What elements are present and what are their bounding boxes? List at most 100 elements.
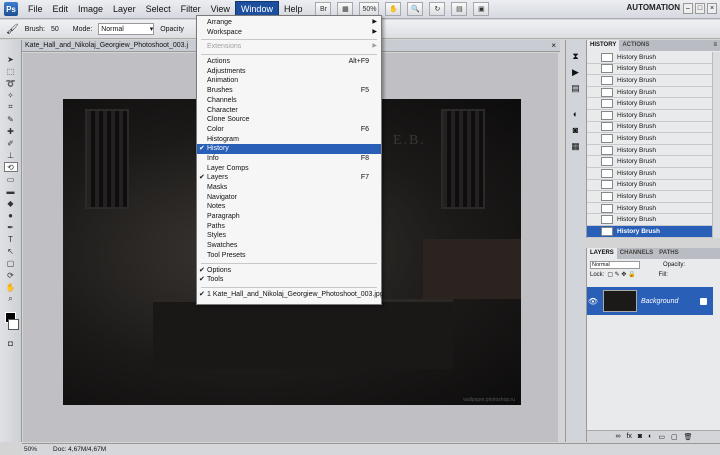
menu-edit[interactable]: Edit [48,2,74,16]
menu-select[interactable]: Select [141,2,176,16]
dodge-tool-icon[interactable]: ● [4,210,18,220]
arrange-documents-icon[interactable]: ▤ [451,2,468,16]
menu-help[interactable]: Help [279,2,308,16]
link-layers-icon[interactable]: ∞ [615,433,620,440]
eyedropper-icon[interactable]: ✎ [4,114,18,124]
history-state[interactable]: History Brush [587,75,713,87]
window-menu-item-options[interactable]: ✔ Options [197,266,381,276]
history-source-box[interactable] [589,65,597,73]
hand-icon[interactable]: ✋ [4,282,18,292]
window-menu-item-swatches[interactable]: Swatches [197,241,381,251]
zoom-tool-icon[interactable]: 🔍 [407,2,424,16]
panel-styles-icon[interactable]: ▦ [569,140,582,152]
close-icon[interactable]: × [707,3,717,14]
trash-icon[interactable]: 🗑 [684,433,693,441]
window-menu-item-clone-source[interactable]: Clone Source [197,115,381,125]
history-source-box[interactable] [589,146,597,154]
history-state[interactable]: History Brush [587,110,713,122]
tab-layers[interactable]: LAYERS [587,248,617,259]
zoom-level[interactable]: 50% [359,2,380,16]
type-tool-icon[interactable]: T [4,234,18,244]
tab-channels[interactable]: CHANNELS [617,248,656,259]
window-menu-item-histogram[interactable]: Histogram [197,135,381,145]
shape-tool-icon[interactable]: ▢ [4,258,18,268]
menu-image[interactable]: Image [73,2,108,16]
workspace-switcher[interactable]: AUTOMATION [627,3,680,12]
history-state[interactable]: History Brush [587,133,713,145]
horizontal-scrollbar[interactable] [562,443,720,455]
panel-history-icon[interactable]: ⧗ [569,50,582,62]
history-state[interactable]: History Brush [587,145,713,157]
adjustment-layer-icon[interactable]: ◐ [648,433,652,440]
window-menu-item-1-kate-hall-and-nikolaj-georgiew-photoshoot-003-jpg[interactable]: ✔ 1 Kate_Hall_and_Nikolaj_Georgiew_Photos… [197,290,384,300]
history-state[interactable]: History Brush [587,98,713,110]
history-state[interactable]: History Brush [587,156,713,168]
history-state[interactable]: History Brush [587,214,713,226]
rotate-view-icon[interactable]: ↻ [429,2,446,16]
screen-mode-icon[interactable]: ▣ [473,2,490,16]
panel-actions-icon[interactable]: ▶ [569,66,582,78]
blend-mode-select[interactable]: Normal [590,261,640,269]
window-menu-item-styles[interactable]: Styles [197,231,381,241]
menu-view[interactable]: View [206,2,235,16]
window-menu-item-navigator[interactable]: Navigator [197,193,381,203]
tab-actions[interactable]: ACTIONS [619,40,652,51]
crop-tool-icon[interactable]: ⌗ [4,102,18,112]
hand-tool-icon[interactable]: ✋ [385,2,402,16]
history-state[interactable]: History Brush [587,122,713,134]
history-source-box[interactable] [589,169,597,177]
window-menu-item-paths[interactable]: Paths [197,222,381,232]
window-menu-item-paragraph[interactable]: Paragraph [197,212,381,222]
history-source-box[interactable] [589,158,597,166]
history-source-box[interactable] [589,204,597,212]
close-icon[interactable]: × [551,41,556,50]
window-menu-item-arrange[interactable]: Arrange ▶ [197,18,381,28]
window-menu-item-history[interactable]: ✔ History [197,144,381,154]
magic-wand-icon[interactable]: ✧ [4,90,18,100]
history-source-box[interactable] [589,76,597,84]
history-state[interactable]: History Brush [587,168,713,180]
history-scrollbar[interactable] [712,52,720,238]
maximize-icon[interactable]: □ [695,3,705,14]
window-menu-item-character[interactable]: Character [197,106,381,116]
window-menu-item-layers[interactable]: ✔ Layers F7 [197,173,381,183]
history-source-box[interactable] [589,192,597,200]
window-menu-item-notes[interactable]: Notes [197,202,381,212]
panel-notes-icon[interactable]: ▤ [569,82,582,94]
menu-filter[interactable]: Filter [176,2,206,16]
brush-tool-icon[interactable]: 🖌 [6,24,19,35]
path-selection-icon[interactable]: ↖ [4,246,18,256]
tab-paths[interactable]: PATHS [656,248,681,259]
add-mask-icon[interactable]: ◙ [638,433,642,440]
lock-icons[interactable]: ▢ ✎ ✥ 🔒 [607,271,635,278]
lasso-tool-icon[interactable]: ➰ [4,78,18,88]
move-tool-icon[interactable]: ➤ [4,54,18,64]
clone-stamp-icon[interactable]: ⊥ [4,150,18,160]
window-menu-item-actions[interactable]: Actions Alt+F9 [197,57,381,67]
view-extras-icon[interactable]: ▦ [337,2,354,16]
history-state[interactable]: History Brush [587,180,713,192]
healing-brush-icon[interactable]: ✚ [4,126,18,136]
history-source-box[interactable] [589,227,597,235]
mode-select[interactable]: Normal ▾ [98,23,155,35]
menu-layer[interactable]: Layer [108,2,141,16]
window-menu-item-adjustments[interactable]: Adjustments [197,67,381,77]
history-source-box[interactable] [589,100,597,108]
eraser-icon[interactable]: ▭ [4,174,18,184]
window-menu-item-tools[interactable]: ✔ Tools [197,275,381,285]
gradient-icon[interactable]: ▬ [4,186,18,196]
history-state[interactable]: History Brush [587,191,713,203]
bridge-icon[interactable]: Br [315,2,332,16]
window-menu-item-animation[interactable]: Animation [197,76,381,86]
brush-size[interactable]: 50 [51,26,59,33]
history-state[interactable]: History Brush [587,87,713,99]
quick-mask-icon[interactable]: ◘ [4,338,18,348]
new-group-icon[interactable]: ▭ [658,433,665,441]
history-source-box[interactable] [589,216,597,224]
history-source-box[interactable] [589,134,597,142]
window-menu-item-info[interactable]: Info F8 [197,154,381,164]
window-menu-item-masks[interactable]: Masks [197,183,381,193]
menu-file[interactable]: File [23,2,48,16]
history-source-box[interactable] [589,53,597,61]
layer-style-icon[interactable]: fx [626,433,631,440]
